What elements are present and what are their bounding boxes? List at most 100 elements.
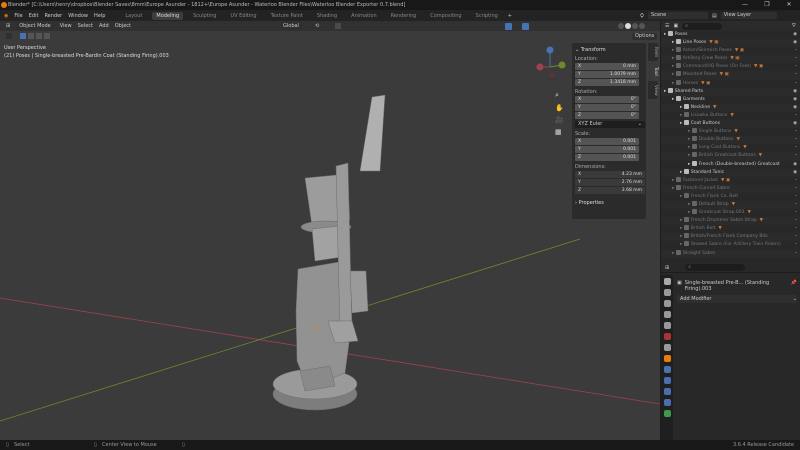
eye-icon[interactable]: ◉ [793, 161, 797, 169]
material-shading-icon[interactable] [632, 23, 638, 29]
outliner-item[interactable]: ▸ Fastened Jacket ▼ ▣ – [661, 176, 800, 185]
minimize-button[interactable]: — [734, 0, 756, 10]
eye-icon[interactable]: ◉ [793, 120, 797, 128]
rotation-x-field[interactable]: X 0° [575, 96, 639, 103]
options-button[interactable]: Options [632, 33, 658, 40]
snap-icon[interactable] [335, 23, 341, 29]
editor-type-icon[interactable]: ⊞ [6, 23, 10, 29]
hidden-eye-icon[interactable]: – [795, 250, 797, 258]
rotation-y-field[interactable]: Y 0° [575, 104, 639, 111]
add-modifier-button[interactable]: Add Modifier ⌄ [677, 295, 797, 303]
hidden-eye-icon[interactable]: – [795, 193, 797, 201]
tab-texture-paint[interactable]: Texture Paint [267, 12, 307, 20]
outliner-item[interactable]: ▸ Coat Buttons ◉ [661, 120, 800, 129]
tab-modeling[interactable]: Modeling [152, 11, 184, 20]
outliner-item[interactable]: ▸ Stowed Sabre (For Artillery Train Ride… [661, 241, 800, 249]
view-layer-selector[interactable]: View Layer [720, 12, 777, 19]
outliner-item[interactable]: ▸ British Belt ▼ – [661, 225, 800, 233]
dimensions-x-field[interactable]: X 4.23 mm [575, 171, 645, 178]
hidden-eye-icon[interactable]: – [795, 225, 797, 233]
outliner-item[interactable]: ▸ Horses ▼ ▣ – [661, 79, 800, 88]
outliner-item[interactable]: ▸ British/French Flank Company Bits – [661, 233, 800, 242]
outliner-item[interactable]: ▸ Double Buttons ▼ – [661, 136, 800, 145]
particles-tab-icon[interactable] [663, 377, 671, 384]
tab-item[interactable]: Item [648, 43, 658, 61]
hidden-eye-icon[interactable]: – [795, 136, 797, 144]
pin-icon[interactable]: 📌 [791, 280, 797, 292]
hidden-eye-icon[interactable]: – [795, 128, 797, 136]
tab-layout[interactable]: Layout [121, 12, 146, 20]
tab-scripting[interactable]: Scripting [472, 12, 502, 20]
outliner-item[interactable]: ▸ Mounted Poses ▼ ▣ – [661, 71, 800, 80]
menu-file[interactable]: File [14, 13, 22, 19]
view-layer-tab-icon[interactable] [663, 311, 671, 318]
select-intersect-icon[interactable] [44, 33, 50, 39]
3d-viewport[interactable]: User Perspective (21) Poses | Single-bre… [0, 21, 660, 440]
properties-editor-type-icon[interactable]: ⊞ [665, 265, 669, 271]
data-tab-icon[interactable] [663, 410, 671, 417]
menu-object[interactable]: Object [115, 23, 131, 29]
modifier-tab-icon[interactable] [663, 366, 671, 373]
outliner-item[interactable]: ▸ Single Buttons ▼ – [661, 128, 800, 136]
hidden-eye-icon[interactable]: – [795, 152, 797, 160]
rotation-z-field[interactable]: Z 0° [575, 112, 639, 119]
tab-rendering[interactable]: Rendering [387, 12, 421, 20]
menu-add[interactable]: Add [99, 23, 109, 29]
render-tab-icon[interactable] [663, 289, 671, 296]
object-tab-icon[interactable] [663, 355, 671, 362]
select-extend-icon[interactable] [28, 33, 34, 39]
scene-selector[interactable]: Scene [648, 12, 709, 19]
pivot-icon[interactable]: ⟲ [315, 23, 319, 29]
outliner-item[interactable]: ▸ Lisowka Buttons ▼ – [661, 111, 800, 120]
hidden-eye-icon[interactable]: – [795, 185, 797, 193]
constraints-tab-icon[interactable] [663, 399, 671, 406]
outliner-item[interactable]: ▸ Action/Skirmish Poses ▼ ▣ – [661, 47, 800, 55]
outliner-item[interactable]: ▸ Standard Tunic ◉ [661, 168, 800, 177]
hidden-eye-icon[interactable]: – [795, 209, 797, 217]
hidden-eye-icon[interactable]: – [795, 217, 797, 225]
soldier-miniature-model[interactable] [272, 94, 386, 411]
outliner-item[interactable]: ▸ British Greatcoat Buttons ▼ – [661, 152, 800, 161]
outliner-search-input[interactable]: ⌕ [682, 22, 723, 30]
dimensions-z-field[interactable]: Z 3.68 mm [575, 187, 645, 194]
location-z-field[interactable]: Z 1.3418 mm [575, 79, 639, 86]
add-workspace-button[interactable]: + [508, 13, 512, 19]
solid-shading-icon[interactable] [625, 23, 631, 29]
eye-icon[interactable]: ◉ [793, 39, 797, 47]
outliner-item[interactable]: ▸ Straight Sabre – [661, 249, 800, 258]
properties-search-input[interactable]: ⌕ [685, 264, 746, 271]
hidden-eye-icon[interactable]: – [795, 47, 797, 55]
select-subtract-icon[interactable] [36, 33, 42, 39]
scale-y-field[interactable]: Y 0.001 [575, 146, 639, 153]
properties-header[interactable]: › Properties [575, 200, 643, 206]
maximize-button[interactable]: ❐ [756, 0, 778, 10]
transform-orientation-selector[interactable]: Global [280, 22, 302, 30]
mode-selector[interactable]: Object Mode [16, 22, 54, 30]
tab-tool[interactable]: Tool [648, 62, 658, 80]
zoom-icon[interactable]: ⌕ [555, 91, 564, 100]
outliner-item[interactable]: ▸ Command/HQ Poses (On Foot) ▼ ▣ – [661, 63, 800, 71]
tool-tab-icon[interactable] [663, 278, 671, 285]
filter-icon[interactable]: ⛛ [792, 23, 796, 29]
dimensions-y-field[interactable]: Y 2.76 mm [575, 179, 645, 186]
filter-view-icon[interactable]: ▣ [673, 23, 678, 29]
eye-icon[interactable]: ◉ [793, 104, 797, 112]
outliner-item[interactable]: ▸ French Drummer Sabre Strap ▼ – [661, 217, 800, 226]
scene-tab-icon[interactable] [663, 322, 671, 329]
eye-icon[interactable]: ◉ [793, 169, 797, 177]
grid-ortho-icon[interactable]: ▦ [555, 128, 564, 136]
eye-icon[interactable]: ◉ [793, 88, 797, 96]
outliner-item[interactable]: ▸ Artillery Crew Poses ▼ ▣ – [661, 55, 800, 64]
hidden-eye-icon[interactable]: – [795, 63, 797, 71]
select-new-icon[interactable] [20, 33, 26, 39]
outliner-item[interactable]: ▸ Neckline ▼ ◉ [661, 103, 800, 112]
hidden-eye-icon[interactable]: – [795, 177, 797, 185]
eye-icon[interactable]: ◉ [793, 31, 797, 39]
close-button[interactable]: ✕ [778, 0, 800, 10]
tab-sculpting[interactable]: Sculpting [189, 12, 220, 20]
outliner-item[interactable]: ▸ French Flank Co. Belt – [661, 192, 800, 201]
outliner-item[interactable]: ▸ French Curved Sabre – [661, 184, 800, 193]
gizmo-toggle-icon[interactable] [505, 22, 512, 30]
hidden-eye-icon[interactable]: – [795, 201, 797, 209]
wireframe-shading-icon[interactable] [618, 23, 624, 29]
